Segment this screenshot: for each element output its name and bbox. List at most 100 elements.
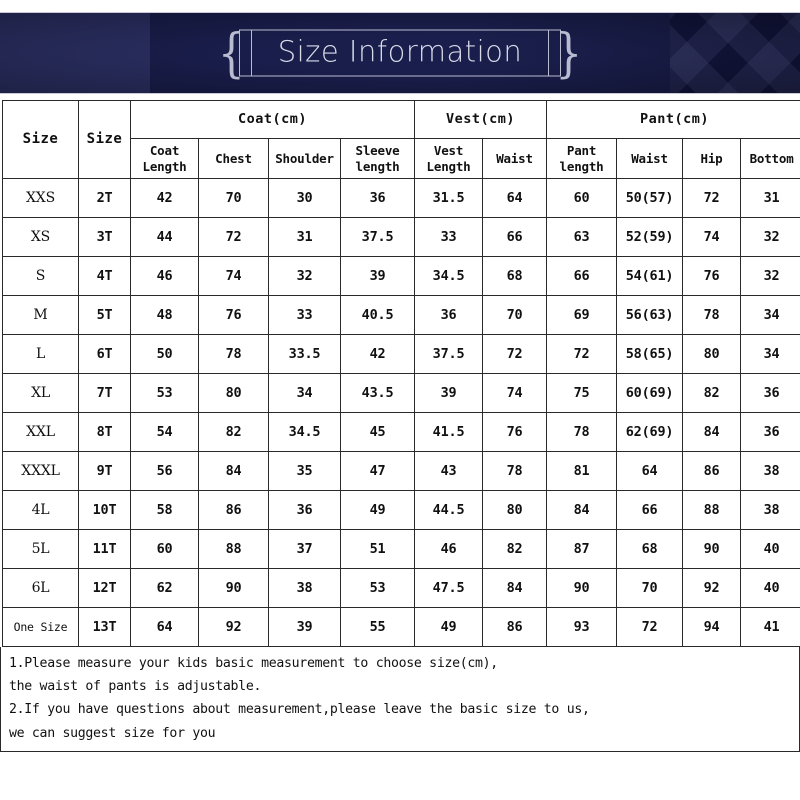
- cell-bottom: 31: [740, 178, 800, 219]
- cell-size-age: 3T: [78, 217, 131, 258]
- header-size-age: Size: [78, 99, 131, 180]
- cell-vest-length: 36: [414, 295, 484, 336]
- cell-size-label: S: [2, 256, 79, 297]
- cell-size-age: 5T: [78, 295, 131, 336]
- cell-sleeve-length: 47: [339, 451, 416, 492]
- table-row: One Size 13T 64 92 39 55 49 86 93 72 94 41: [2, 607, 800, 648]
- header-chest: Chest: [198, 137, 269, 180]
- cell-coat-length: 60: [130, 529, 199, 570]
- cell-bottom: 36: [740, 412, 800, 453]
- cell-pant-waist: 64: [616, 451, 684, 492]
- cell-shoulder: 34: [268, 373, 341, 414]
- cell-vest-length: 31.5: [414, 178, 484, 219]
- header-group-coat: Coat(cm): [129, 100, 416, 139]
- cell-shoulder: 31: [268, 217, 341, 258]
- cell-hip: 84: [682, 412, 742, 453]
- cell-vest-waist: 66: [482, 217, 548, 258]
- header-group-vest: Vest(cm): [414, 100, 548, 139]
- note-line-4: we can suggest size for you: [9, 725, 216, 741]
- header-group-pant: Pant(cm): [546, 100, 800, 139]
- table-row: XL 7T 53 80 34 43.5 39 74 75 60(69) 82 36: [2, 373, 800, 414]
- measurement-notes: 1.Please measure your kids basic measure…: [0, 647, 800, 752]
- header-sleeve-length: Sleeve length: [339, 137, 416, 180]
- cell-vest-length: 46: [414, 529, 484, 570]
- cell-pant-length: 90: [546, 568, 618, 609]
- cell-shoulder: 35: [268, 451, 341, 492]
- header-pant-waist: Waist: [616, 137, 684, 180]
- cell-pant-length: 60: [546, 178, 618, 219]
- cell-size-label: XL: [2, 373, 79, 414]
- cell-size-label: M: [2, 295, 79, 336]
- header-size-label: Size: [2, 99, 79, 180]
- cell-pant-waist: 56(63): [616, 295, 684, 336]
- cell-pant-waist: 54(61): [616, 256, 684, 297]
- cell-bottom: 40: [740, 568, 800, 609]
- note-line-3: 2.If you have questions about measuremen…: [9, 702, 590, 718]
- cell-sleeve-length: 36: [339, 178, 416, 219]
- cell-chest: 84: [198, 451, 269, 492]
- cell-vest-length: 37.5: [414, 334, 484, 375]
- cell-bottom: 32: [740, 217, 800, 258]
- cell-sleeve-length: 43.5: [339, 373, 416, 414]
- table-row: XXXL 9T 56 84 35 47 43 78 81 64 86 38: [2, 451, 800, 492]
- cell-shoulder: 32: [268, 256, 341, 297]
- cell-pant-length: 78: [546, 412, 618, 453]
- cell-pant-waist: 58(65): [616, 334, 684, 375]
- cell-vest-waist: 78: [482, 451, 548, 492]
- table-row: 5L 11T 60 88 37 51 46 82 87 68 90 40: [2, 529, 800, 570]
- cell-bottom: 36: [740, 373, 800, 414]
- cell-pant-waist: 52(59): [616, 217, 684, 258]
- table-row: L 6T 50 78 33.5 42 37.5 72 72 58(65) 80 34: [2, 334, 800, 375]
- cell-shoulder: 30: [268, 178, 341, 219]
- cell-vest-waist: 76: [482, 412, 548, 453]
- cell-size-age: 13T: [78, 607, 131, 648]
- cell-vest-waist: 72: [482, 334, 548, 375]
- cell-sleeve-length: 39: [339, 256, 416, 297]
- cell-coat-length: 62: [130, 568, 199, 609]
- cell-vest-waist: 64: [482, 178, 548, 219]
- table-row: 4L 10T 58 86 36 49 44.5 80 84 66 88 38: [2, 490, 800, 531]
- header-vest-waist: Waist: [482, 137, 548, 180]
- cell-pant-length: 63: [546, 217, 618, 258]
- cell-chest: 80: [198, 373, 269, 414]
- table-row: XXL 8T 54 82 34.5 45 41.5 76 78 62(69) 84 36: [2, 412, 800, 453]
- cell-hip: 92: [682, 568, 742, 609]
- cell-chest: 90: [198, 568, 269, 609]
- cell-sleeve-length: 40.5: [339, 295, 416, 336]
- note-line-1: 1.Please measure your kids basic measure…: [9, 656, 498, 672]
- cell-size-age: 7T: [78, 373, 131, 414]
- cell-chest: 82: [198, 412, 269, 453]
- cell-vest-waist: 82: [482, 529, 548, 570]
- size-table-container: Size Size Coat(cm) Vest(cm) Pant(cm) Coa…: [0, 99, 800, 648]
- cell-size-age: 2T: [78, 178, 131, 219]
- cell-chest: 88: [198, 529, 269, 570]
- cell-coat-length: 48: [130, 295, 199, 336]
- cell-pant-waist: 60(69): [616, 373, 684, 414]
- cell-pant-waist: 62(69): [616, 412, 684, 453]
- size-chart-page: { Size Information } Size Size Coat(cm) …: [0, 12, 800, 800]
- cell-size-label: XXL: [2, 412, 79, 453]
- cell-pant-waist: 66: [616, 490, 684, 531]
- cell-vest-length: 39: [414, 373, 484, 414]
- cell-coat-length: 56: [130, 451, 199, 492]
- cell-size-age: 9T: [78, 451, 131, 492]
- cell-chest: 70: [198, 178, 269, 219]
- cell-sleeve-length: 55: [339, 607, 416, 648]
- cell-vest-waist: 70: [482, 295, 548, 336]
- cell-chest: 76: [198, 295, 269, 336]
- cell-pant-length: 72: [546, 334, 618, 375]
- cell-hip: 86: [682, 451, 742, 492]
- header-bottom: Bottom: [740, 137, 800, 180]
- cell-shoulder: 37: [268, 529, 341, 570]
- cell-size-label: XXS: [2, 178, 79, 219]
- cell-pant-length: 81: [546, 451, 618, 492]
- cell-chest: 78: [198, 334, 269, 375]
- cell-vest-length: 49: [414, 607, 484, 648]
- cell-size-label: XXXL: [2, 451, 79, 492]
- cell-shoulder: 38: [268, 568, 341, 609]
- header-coat-length: Coat Length: [130, 137, 199, 180]
- cell-coat-length: 58: [130, 490, 199, 531]
- cell-chest: 92: [198, 607, 269, 648]
- cell-shoulder: 33: [268, 295, 341, 336]
- note-line-2: the waist of pants is adjustable.: [9, 679, 262, 695]
